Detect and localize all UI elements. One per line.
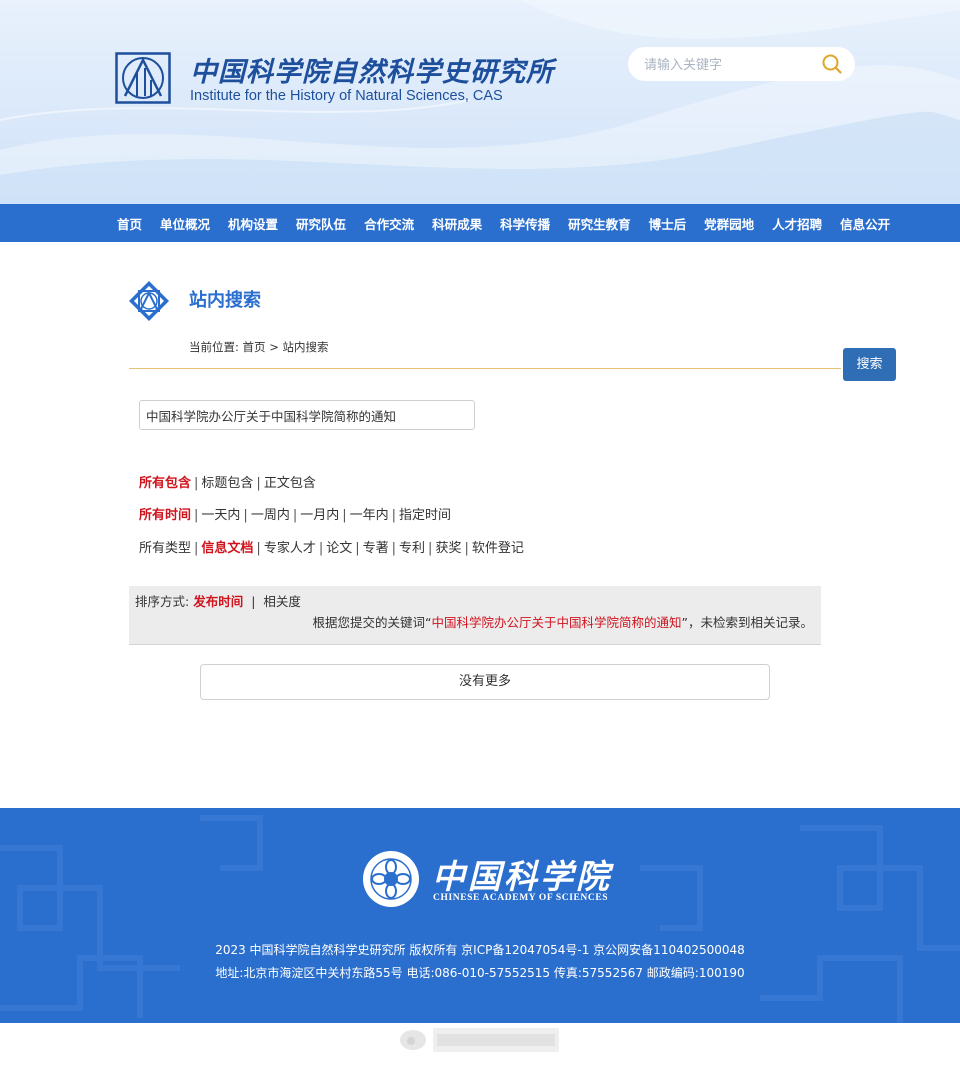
title-divider [129, 368, 841, 369]
cas-name-cn: 中国科学院 [432, 857, 612, 896]
main-nav-list: 首页 单位概况 机构设置 研究队伍 合作交流 科研成果 科学传播 研究生教育 博士后 党群园地 人才… [117, 204, 908, 242]
scope-filter-option[interactable]: 标题包含 [201, 476, 253, 491]
filter-separator: | [256, 476, 261, 491]
keyword-input[interactable] [139, 400, 475, 430]
institute-name-en: Institute for the History of Natural Sci… [190, 88, 503, 104]
cas-name-en: CHINESE ACADEMY OF SCIENCES [433, 893, 609, 903]
no-result-suffix: ”，未检索到相关记录。 [681, 615, 813, 630]
type-filter-row: 所有类型 | 信息文档 | 专家人才 | 论文 | 专著 | 专利 | 获奖 | 软件登记 [139, 537, 524, 556]
nav-item[interactable]: 合作交流 [364, 214, 414, 233]
nav-item[interactable]: 科研成果 [432, 214, 482, 233]
nav-item[interactable]: 人才招聘 [772, 214, 822, 233]
sort-separator: | [251, 594, 256, 609]
institute-logo-icon [115, 52, 171, 104]
type-filter-option[interactable]: 专著 [363, 541, 389, 556]
nav-item[interactable]: 研究生教育 [568, 214, 631, 233]
filter-separator: | [194, 508, 199, 523]
filter-separator: | [391, 541, 397, 556]
main-nav: 首页 单位概况 机构设置 研究队伍 合作交流 科研成果 科学传播 研究生教育 博士后 党群园地 人才… [0, 204, 960, 242]
filter-separator: | [194, 476, 199, 491]
result-panel: 排序方式: 发布时间 | 相关度 根据您提交的关键词“中国科学院办公厅关于中国科… [129, 586, 821, 645]
breadcrumb: 当前位置: 首页 > 站内搜索 [189, 339, 328, 355]
page-title: 站内搜索 [189, 290, 261, 311]
sort-by-time[interactable]: 发布时间 [193, 594, 243, 609]
type-filter-option[interactable]: 论文 [326, 541, 352, 556]
header-search [628, 47, 855, 81]
breadcrumb-home-link[interactable]: 首页 [243, 340, 266, 354]
filter-separator: | [243, 508, 248, 523]
footer-pattern-decoration [0, 815, 960, 1023]
type-filter-option[interactable]: 专家人才 [264, 541, 316, 556]
filter-separator: | [428, 541, 433, 556]
type-filter-option[interactable]: 所有类型 [139, 541, 191, 556]
footer-address: 地址:北京市海淀区中关村东路55号 电话:086-010-57552515 传真… [215, 966, 745, 980]
time-filter-row: 所有时间 | 一天内 | 一周内 | 一月内 | 一年内 | 指定时间 [139, 504, 451, 523]
sort-by-relevance[interactable]: 相关度 [263, 594, 301, 609]
footer-copyright: 2023 中国科学院自然科学史研究所 版权所有 京ICP备12047054号-1… [215, 943, 745, 957]
site-header: 中国科学院自然科学史研究所 Institute for the History … [0, 0, 960, 204]
scope-filter-option[interactable]: 所有包含 [139, 476, 191, 491]
nav-item[interactable]: 党群园地 [704, 214, 754, 233]
nav-item[interactable]: 博士后 [649, 214, 687, 233]
filter-separator: | [256, 541, 261, 556]
institute-name-cn: 中国科学院自然科学史研究所 [190, 57, 554, 88]
type-filter-option[interactable]: 获奖 [435, 541, 461, 556]
filter-separator: | [292, 508, 298, 523]
no-result-prefix: 根据您提交的关键词“ [312, 615, 432, 630]
nav-item[interactable]: 首页 [117, 214, 142, 233]
nav-item[interactable]: 单位概况 [160, 214, 210, 233]
breadcrumb-current: 站内搜索 [282, 340, 329, 354]
time-filter-option[interactable]: 一月内 [300, 508, 339, 523]
filter-separator: | [318, 541, 324, 556]
site-footer [0, 808, 960, 1023]
search-button[interactable]: 搜索 [843, 348, 896, 381]
type-filter-option[interactable]: 信息文档 [201, 541, 253, 556]
time-filter-option[interactable]: 一天内 [201, 508, 240, 523]
breadcrumb-prefix: 当前位置: [189, 340, 239, 354]
scope-filter-option[interactable]: 正文包含 [264, 476, 316, 491]
no-result-message: 根据您提交的关键词“中国科学院办公厅关于中国科学院简称的通知”，未检索到相关记录… [313, 612, 813, 631]
no-result-keyword: 中国科学院办公厅关于中国科学院简称的通知 [431, 615, 682, 630]
cas-emblem-icon [363, 851, 419, 907]
type-filter-option[interactable]: 软件登记 [472, 541, 524, 556]
nav-item[interactable]: 研究队伍 [296, 214, 346, 233]
no-more-button[interactable]: 没有更多 [200, 664, 770, 700]
filter-separator: | [355, 541, 360, 556]
filter-separator: | [464, 541, 469, 556]
nav-item[interactable]: 科学传播 [500, 214, 550, 233]
type-filter-option[interactable]: 专利 [399, 541, 425, 556]
scope-filter-row: 所有包含 | 标题包含 | 正文包含 [139, 472, 316, 491]
header-search-input[interactable] [642, 54, 816, 76]
sort-label: 排序方式: [135, 594, 190, 609]
filter-separator: | [342, 508, 347, 523]
time-filter-option[interactable]: 一周内 [251, 508, 290, 523]
section-emblem-icon [129, 281, 169, 321]
nav-item[interactable]: 信息公开 [840, 214, 890, 233]
time-filter-option[interactable]: 指定时间 [399, 508, 451, 523]
breadcrumb-separator: > [269, 340, 279, 354]
weibo-watermark-icon [400, 1028, 559, 1052]
time-filter-option[interactable]: 一年内 [350, 508, 389, 523]
sort-options: 排序方式: 发布时间 | 相关度 [135, 591, 301, 610]
search-icon[interactable] [821, 53, 843, 75]
nav-item[interactable]: 机构设置 [228, 214, 278, 233]
filter-separator: | [391, 508, 397, 523]
time-filter-option[interactable]: 所有时间 [139, 508, 191, 523]
filter-separator: | [194, 541, 199, 556]
